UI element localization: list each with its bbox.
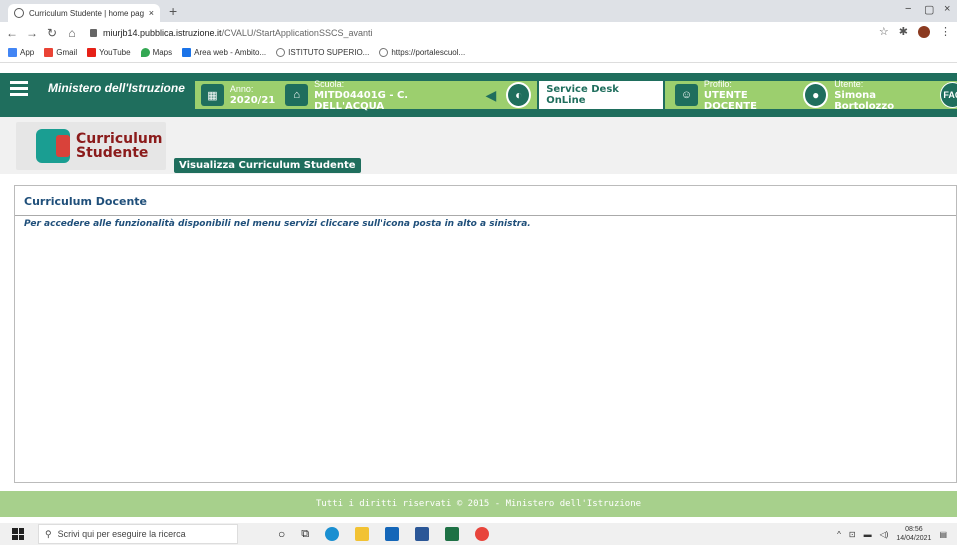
forward-arrow-icon[interactable]: → bbox=[24, 26, 40, 40]
globe-icon bbox=[276, 48, 286, 57]
star-icon[interactable]: ☆ bbox=[879, 25, 889, 38]
bookmark-istituto[interactable]: ISTITUTO SUPERIO... bbox=[276, 48, 369, 57]
footer-text: Tutti i diritti riservati © 2015 - Minis… bbox=[315, 499, 642, 509]
panel-message: Per accedere alle funzionalità disponibi… bbox=[24, 219, 531, 229]
tab-title: Curriculum Studente | home pag bbox=[29, 8, 144, 18]
url-host: miurjb14.pubblica.istruzione.it bbox=[103, 27, 222, 38]
footer: Tutti i diritti riservati © 2015 - Minis… bbox=[0, 491, 957, 517]
bookmark-app[interactable]: App bbox=[8, 48, 34, 57]
app-header: Ministero dell'Istruzione ▦ Anno: 2020/2… bbox=[0, 73, 957, 117]
network-icon[interactable]: ⊡ bbox=[849, 530, 856, 539]
edge-icon[interactable] bbox=[325, 527, 340, 541]
battery-icon[interactable]: ▬ bbox=[864, 530, 872, 539]
logo-band: Curriculum Studente bbox=[0, 117, 957, 174]
gmail-icon bbox=[44, 48, 54, 57]
bookmark-portale[interactable]: https://portalescuol... bbox=[379, 48, 465, 57]
taskbar-apps: ○ ⧉ bbox=[278, 527, 490, 541]
info-strip: ▦ Anno: 2020/21 ⌂ Scuola: MITD04401G - C… bbox=[195, 78, 957, 112]
panel-title: Curriculum Docente bbox=[24, 195, 147, 208]
globe-icon bbox=[379, 48, 389, 57]
profilo-info: Profilo: UTENTE DOCENTE bbox=[703, 78, 757, 112]
school-icon: ⌂ bbox=[285, 84, 309, 106]
minimize-button[interactable]: − bbox=[905, 3, 911, 15]
search-icon: ⚲ bbox=[45, 528, 52, 539]
cortana-icon[interactable]: ○ bbox=[278, 527, 285, 541]
windows-start-icon[interactable] bbox=[12, 528, 24, 540]
apps-grid-icon bbox=[8, 48, 17, 57]
youtube-icon bbox=[87, 48, 97, 57]
extensions-icon[interactable]: ✱ bbox=[899, 25, 908, 38]
taskbar-search[interactable]: ⚲ Scrivi qui per eseguire la ricerca bbox=[38, 524, 238, 544]
menu-dots-icon[interactable]: ⋮ bbox=[940, 25, 951, 38]
globe-icon bbox=[14, 8, 24, 18]
hamburger-menu-icon[interactable] bbox=[10, 81, 28, 99]
people-logo-icon bbox=[36, 129, 70, 163]
system-tray: ^ ⊡ ▬ ◁) 08:56 14/04/2021 ▤ bbox=[837, 525, 947, 543]
close-window-button[interactable]: × bbox=[944, 3, 950, 15]
reload-icon[interactable]: ↻ bbox=[44, 26, 60, 40]
chrome-icon[interactable] bbox=[475, 527, 490, 541]
browser-actions: ☆ ✱ ⋮ bbox=[879, 25, 951, 38]
maximize-button[interactable]: ▢ bbox=[924, 3, 934, 16]
profile-icon: ☺ bbox=[675, 84, 698, 106]
notifications-icon[interactable]: ▤ bbox=[939, 530, 947, 539]
bookmark-area-web[interactable]: Area web - Ambito... bbox=[182, 48, 266, 57]
new-tab-button[interactable]: + bbox=[169, 4, 177, 18]
lock-icon bbox=[90, 28, 97, 37]
faq-button[interactable]: FAQ bbox=[940, 82, 957, 108]
back-arrow-icon[interactable]: ← bbox=[4, 26, 20, 40]
store-icon[interactable] bbox=[385, 527, 400, 541]
browser-tab-bar: Curriculum Studente | home pag × + − ▢ × bbox=[0, 0, 957, 22]
word-icon[interactable] bbox=[415, 527, 430, 541]
visualizza-curriculum-button[interactable]: Visualizza Curriculum Studente bbox=[174, 158, 361, 173]
scuola-info: Scuola: MITD04401G - C. DELL'ACQUA bbox=[314, 78, 409, 112]
clock[interactable]: 08:56 14/04/2021 bbox=[896, 525, 931, 543]
home-icon[interactable]: ⌂ bbox=[64, 26, 80, 40]
file-explorer-icon[interactable] bbox=[355, 527, 370, 541]
service-desk-icon[interactable]: ◐ bbox=[506, 82, 532, 108]
address-bar: ← → ↻ ⌂ miurjb14.pubblica.istruzione.it/… bbox=[0, 22, 957, 43]
user-icon[interactable]: ● bbox=[803, 82, 829, 108]
bookmark-maps[interactable]: Maps bbox=[140, 48, 172, 57]
utente-info: Utente: Simona Bortolozzo bbox=[834, 78, 895, 112]
chevron-up-icon[interactable]: ^ bbox=[837, 530, 841, 539]
calendar-icon bbox=[182, 48, 192, 57]
url-field[interactable]: miurjb14.pubblica.istruzione.it/CVALU/St… bbox=[90, 28, 372, 38]
volume-icon[interactable]: ◁) bbox=[880, 530, 889, 539]
logo-line2: Studente bbox=[76, 145, 149, 161]
bookmarks-bar: App Gmail YouTube Maps Area web - Ambito… bbox=[0, 43, 957, 63]
anno-info: Anno: 2020/21 bbox=[229, 84, 276, 106]
tab-close-button[interactable]: × bbox=[149, 8, 154, 18]
task-view-icon[interactable]: ⧉ bbox=[301, 528, 309, 541]
panel-divider bbox=[15, 215, 956, 216]
bookmark-gmail[interactable]: Gmail bbox=[44, 48, 77, 57]
main-panel: Curriculum Docente Per accedere alle fun… bbox=[14, 185, 957, 483]
url-path: /CVALU/StartApplicationSSCS_avanti bbox=[221, 27, 373, 38]
maps-pin-icon bbox=[140, 48, 150, 57]
megaphone-icon[interactable]: ◀ bbox=[479, 84, 502, 106]
service-desk-button[interactable]: Service Desk OnLine bbox=[537, 79, 666, 111]
search-placeholder: Scrivi qui per eseguire la ricerca bbox=[57, 529, 186, 539]
profile-avatar[interactable] bbox=[918, 25, 930, 38]
logo-line1: Curriculum bbox=[76, 131, 163, 147]
curriculum-studente-logo: Curriculum Studente bbox=[16, 122, 166, 170]
taskbar: ⚲ Scrivi qui per eseguire la ricerca ○ ⧉… bbox=[0, 523, 957, 545]
excel-icon[interactable] bbox=[445, 527, 460, 541]
calendar-icon: ▦ bbox=[201, 84, 224, 106]
browser-tab[interactable]: Curriculum Studente | home pag × bbox=[8, 4, 160, 22]
bookmark-youtube[interactable]: YouTube bbox=[87, 48, 131, 57]
ministry-title: Ministero dell'Istruzione bbox=[48, 81, 185, 95]
